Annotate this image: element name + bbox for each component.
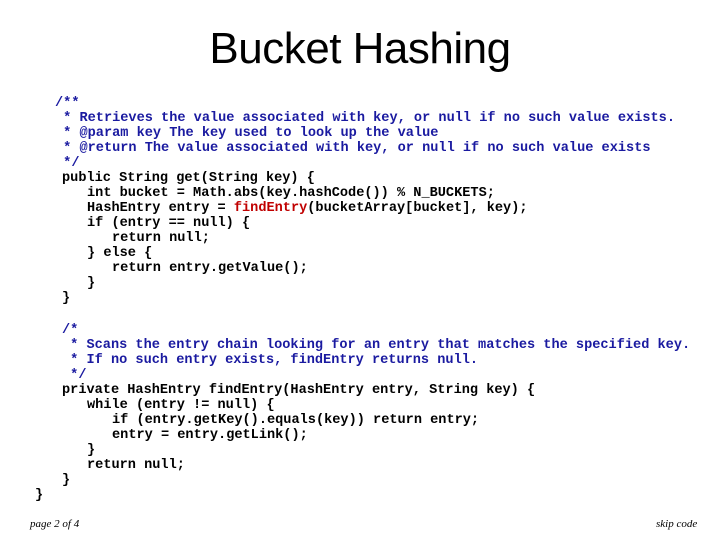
code-line: } bbox=[87, 443, 96, 458]
code-comment-line: /* bbox=[62, 323, 79, 338]
code-line: while (entry != null) { bbox=[87, 398, 275, 413]
code-comment-line: */ bbox=[62, 368, 87, 383]
code-comment-line: * @return The value associated with key,… bbox=[55, 141, 651, 156]
highlighted-method-name: findEntry bbox=[233, 201, 308, 216]
code-line: if (entry.getKey().equals(key)) return e… bbox=[112, 413, 480, 428]
code-line: } bbox=[62, 291, 71, 306]
code-line: int bucket = Math.abs(key.hashCode()) % … bbox=[87, 186, 495, 201]
code-line: } bbox=[35, 488, 44, 503]
code-text: HashEntry entry = bbox=[87, 201, 234, 216]
code-line: return entry.getValue(); bbox=[112, 261, 308, 276]
code-line: } bbox=[87, 276, 96, 291]
code-comment-line: */ bbox=[55, 156, 80, 171]
page-indicator: page 2 of 4 bbox=[30, 518, 80, 530]
code-line: if (entry == null) { bbox=[87, 216, 251, 231]
code-comment-line: * If no such entry exists, findEntry ret… bbox=[62, 353, 479, 368]
code-comment-line: /** bbox=[55, 96, 80, 111]
code-line: private HashEntry findEntry(HashEntry en… bbox=[62, 383, 536, 398]
skip-code-link[interactable]: skip code bbox=[656, 518, 697, 530]
code-line: HashEntry entry = findEntry(bucketArray[… bbox=[87, 201, 528, 216]
code-line: return null; bbox=[87, 458, 185, 473]
code-text: (bucketArray[bucket], key); bbox=[307, 201, 528, 216]
code-listing: /** * Retrieves the value associated wit… bbox=[0, 0, 690, 540]
slide-title: Bucket Hashing bbox=[209, 24, 511, 73]
code-line: return null; bbox=[112, 231, 210, 246]
code-line: } else { bbox=[87, 246, 153, 261]
code-comment-line: * Scans the entry chain looking for an e… bbox=[62, 338, 691, 353]
code-line: entry = entry.getLink(); bbox=[112, 428, 308, 443]
code-comment-line: * Retrieves the value associated with ke… bbox=[55, 111, 675, 126]
code-line: public String get(String key) { bbox=[62, 171, 315, 186]
code-comment-line: * @param key The key used to look up the… bbox=[55, 126, 439, 141]
code-line: } bbox=[62, 473, 71, 488]
